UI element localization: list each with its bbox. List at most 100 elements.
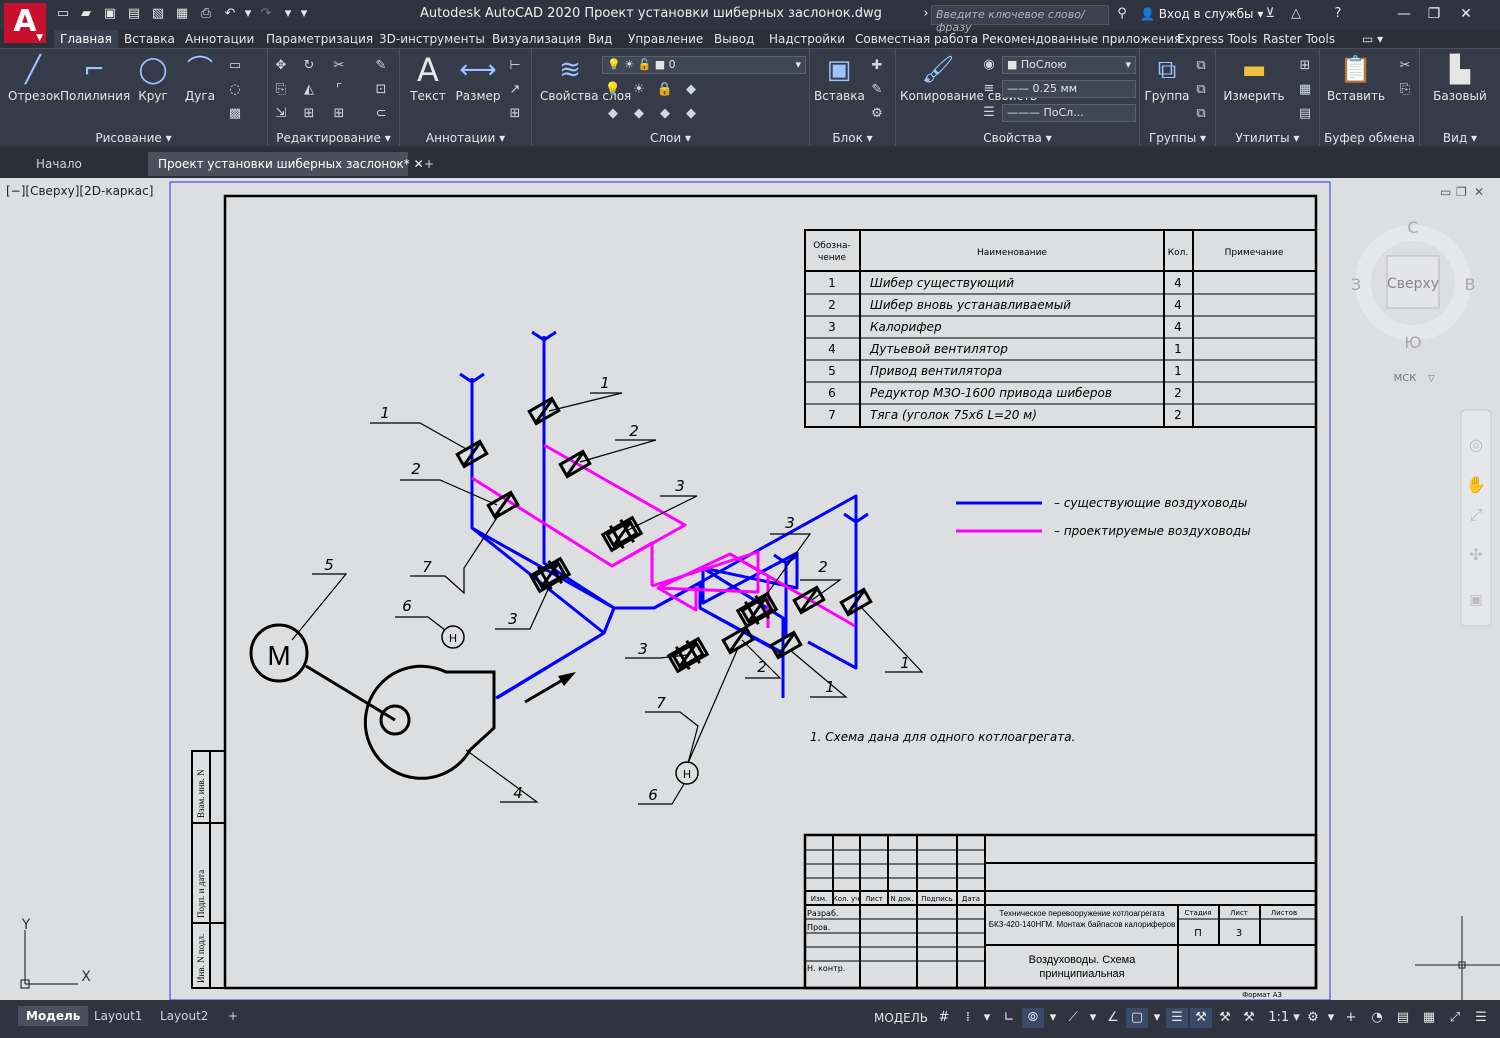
grid-icon[interactable]: # <box>934 1008 954 1028</box>
save-as-icon[interactable]: ▤ <box>126 6 142 22</box>
calculator-icon[interactable]: ▦ <box>1296 81 1314 99</box>
file-tab-start[interactable]: Начало <box>26 152 92 176</box>
tab-layout2[interactable]: Layout2 <box>152 1006 216 1026</box>
insert-block-tool[interactable]: ▣ Вставка <box>814 53 865 103</box>
customize-toolbar-icon[interactable]: ▾ <box>296 6 312 22</box>
annotation-monitor-icon[interactable]: + <box>1340 1008 1362 1028</box>
measure-tool[interactable]: ▬ Измерить <box>1222 53 1286 103</box>
model-space-button[interactable]: МОДЕЛЬ <box>872 1008 930 1028</box>
table-icon[interactable]: ⊞ <box>506 105 524 123</box>
lineweight-display-icon[interactable]: ☰ <box>1166 1008 1188 1028</box>
edit-block-icon[interactable]: ✎ <box>868 81 886 99</box>
group-edit-icon[interactable]: ⧉ <box>1192 81 1210 99</box>
move-icon[interactable]: ✥ <box>272 57 290 75</box>
scale-dropdown[interactable]: 1:1 ▾ <box>1264 1008 1304 1028</box>
customize-statusbar-icon[interactable]: ☰ <box>1470 1008 1492 1028</box>
redo-icon[interactable]: ↷ <box>258 6 274 22</box>
dimension-tool[interactable]: ⟷ Размер <box>454 53 502 103</box>
osnap-icon[interactable]: ▢ <box>1126 1008 1148 1028</box>
arc-tool[interactable]: ⌒ Дуга <box>180 53 220 103</box>
undo-dropdown-icon[interactable]: ▾ <box>240 6 256 22</box>
viewcube-south[interactable]: Ю <box>1404 333 1421 352</box>
tab-annotate[interactable]: Аннотации <box>179 30 260 48</box>
tab-featured-apps[interactable]: Рекомендованные приложения <box>976 30 1187 48</box>
ribbon-toggle-icon[interactable]: ▭ ▾ <box>1356 30 1389 48</box>
tab-parametric[interactable]: Параметризация <box>260 30 379 48</box>
leader-icon[interactable]: ⊢ <box>506 57 524 75</box>
add-layout-icon[interactable]: + <box>220 1006 246 1026</box>
save-icon[interactable]: ▣ <box>102 6 118 22</box>
tab-express-tools[interactable]: Express Tools <box>1171 30 1263 48</box>
match-properties-tool[interactable]: 🖌 Копирование свойств <box>900 53 1037 103</box>
linetype-dropdown[interactable]: ——— ПоСл... <box>1002 104 1136 122</box>
erase-icon[interactable]: ✎ <box>372 57 390 75</box>
hardware-acceleration-icon[interactable]: ▦ <box>1418 1008 1440 1028</box>
tab-collaborate[interactable]: Совместная работа <box>849 30 984 48</box>
restore-icon[interactable]: ❐ <box>1424 4 1444 24</box>
explode-icon[interactable]: ⊡ <box>372 81 390 99</box>
lineweight-dropdown[interactable]: —— 0.25 мм <box>1002 80 1136 98</box>
layer-lock-icon[interactable]: 🔒 <box>656 81 674 99</box>
ungroup-icon[interactable]: ⧉ <box>1192 57 1210 75</box>
group-select-icon[interactable]: ⧉ <box>1192 105 1210 123</box>
workspace-gear-icon[interactable]: ⚙ <box>1302 1008 1324 1028</box>
panel-groups-title[interactable]: Группы ▾ <box>1140 131 1215 145</box>
trim-icon[interactable]: ✂ <box>330 57 348 75</box>
tab-insert[interactable]: Вставка <box>118 30 181 48</box>
polar-icon[interactable]: ⦾ <box>1022 1008 1044 1028</box>
panel-draw-title[interactable]: Рисование ▾ <box>0 131 267 145</box>
panel-view-title[interactable]: Вид ▾ <box>1420 131 1500 145</box>
showmotion-icon[interactable]: ▣ <box>1469 592 1482 608</box>
new-tab-icon[interactable]: + <box>414 152 444 176</box>
ucs-menu-chevron-icon[interactable]: ▽ <box>1428 374 1435 384</box>
viewport-close-icon[interactable]: ✕ <box>1474 185 1484 199</box>
tab-view[interactable]: Вид <box>582 30 618 48</box>
minimize-icon[interactable]: — <box>1394 4 1414 24</box>
redo-dropdown-icon[interactable]: ▾ <box>280 6 296 22</box>
layer-match-icon[interactable]: ◆ <box>604 105 622 123</box>
viewport-restore-icon[interactable]: ❐ <box>1456 185 1467 199</box>
layer-iso-icon[interactable]: ◆ <box>682 81 700 99</box>
osnap-dropdown-icon[interactable]: ▾ <box>1150 1008 1164 1028</box>
web-save-icon[interactable]: ▦ <box>174 6 190 22</box>
pan-icon[interactable]: ✋ <box>1466 475 1486 494</box>
isodraft-dropdown-icon[interactable]: ▾ <box>1086 1008 1100 1028</box>
auto-scale-icon[interactable]: ⚒ <box>1214 1008 1236 1028</box>
osnap-tracking-icon[interactable]: ∠ <box>1102 1008 1124 1028</box>
orbit-icon[interactable]: ✣ <box>1469 545 1482 564</box>
steering-wheel-icon[interactable]: ◎ <box>1469 435 1483 454</box>
layer-prev-icon[interactable]: ◆ <box>630 105 648 123</box>
quick-select-icon[interactable]: ⊞ <box>1296 57 1314 75</box>
tab-home[interactable]: Главная <box>54 30 118 48</box>
gradient-icon[interactable]: ▩ <box>226 105 244 123</box>
array-icon[interactable]: ⊞ <box>330 105 348 123</box>
tab-addins[interactable]: Надстройки <box>763 30 851 48</box>
viewcube-top[interactable]: Сверху <box>1387 276 1439 292</box>
layer-merge-icon[interactable]: ◆ <box>682 105 700 123</box>
stretch-icon[interactable]: ⇲ <box>272 105 290 123</box>
viewcube-west[interactable]: З <box>1351 275 1361 294</box>
hatch-icon[interactable]: ◌ <box>226 81 244 99</box>
panel-properties-title[interactable]: Свойства ▾ <box>896 131 1139 145</box>
copy-icon[interactable]: ⎘ <box>272 81 290 99</box>
fillet-icon[interactable]: ⌜ <box>330 81 348 99</box>
plot-icon[interactable]: ⎙ <box>198 6 214 22</box>
isodraft-icon[interactable]: ⟋ <box>1062 1008 1084 1028</box>
annotation-visibility-icon[interactable]: ⚒ <box>1190 1008 1212 1028</box>
mirror-icon[interactable]: ◭ <box>300 81 318 99</box>
layer-dropdown[interactable]: 💡 ☀ 🔓 ■ 0 ▾ <box>602 56 806 74</box>
ucs-menu[interactable]: МСК <box>1394 373 1417 384</box>
polyline-tool[interactable]: ⌐ Полилиния <box>60 53 130 103</box>
ortho-icon[interactable]: ∟ <box>998 1008 1020 1028</box>
base-view-tool[interactable]: ▙ Базовый <box>1430 53 1490 103</box>
drawing-viewport[interactable]: Взам. инв. N Подп. и дата Инв. N подл. О… <box>0 178 1500 1000</box>
units-icon[interactable]: ◔ <box>1366 1008 1388 1028</box>
sign-in-button[interactable]: 👤 Вход в службы ▾ <box>1140 7 1263 21</box>
offset-icon[interactable]: ⊂ <box>372 105 390 123</box>
search-input[interactable]: Введите ключевое слово/фразу <box>931 5 1109 34</box>
undo-icon[interactable]: ↶ <box>222 6 238 22</box>
tab-manage[interactable]: Управление <box>622 30 709 48</box>
circle-tool[interactable]: ◯ Круг <box>132 53 174 103</box>
zoom-icon[interactable]: ⤢ <box>1470 505 1483 524</box>
cut-icon[interactable]: ✂ <box>1396 57 1414 75</box>
